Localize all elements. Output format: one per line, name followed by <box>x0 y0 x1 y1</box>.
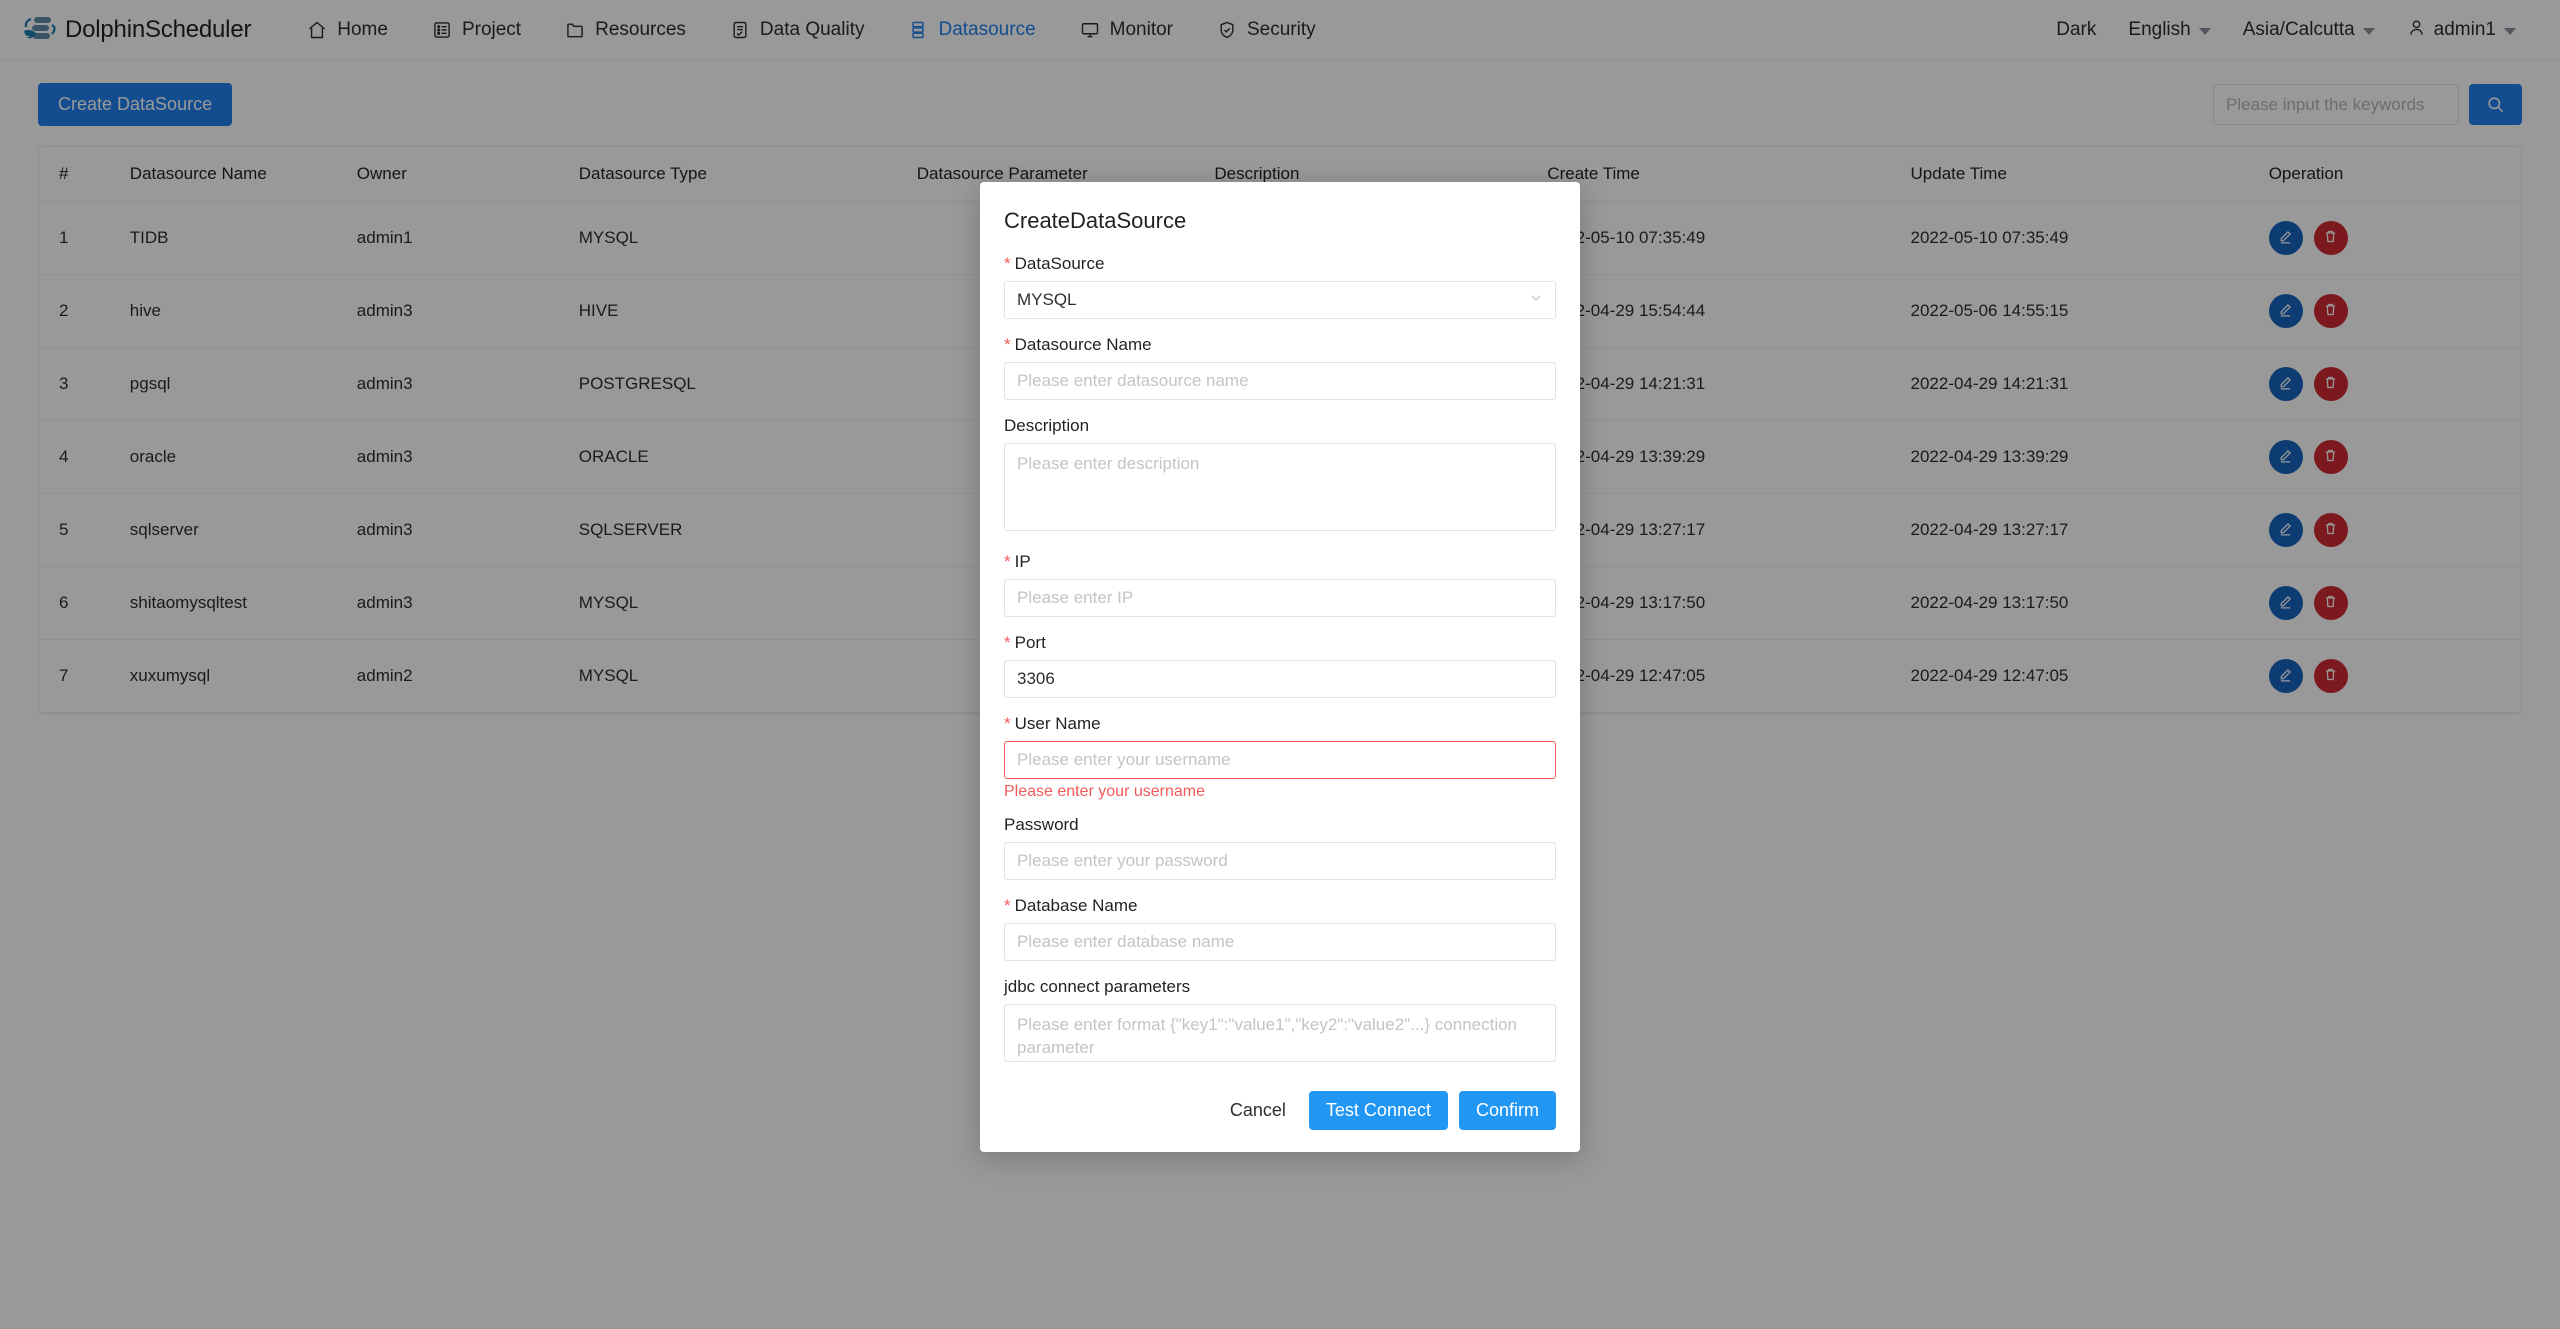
port-input[interactable] <box>1004 660 1556 698</box>
label-datasource-name: * Datasource Name <box>1004 335 1556 355</box>
label-text: IP <box>1014 552 1031 571</box>
label-description: Description <box>1004 416 1090 435</box>
field-port: * Port <box>1004 633 1556 698</box>
field-database-name: * Database Name <box>1004 896 1556 961</box>
field-user-name: * User Name Please enter your username <box>1004 714 1556 801</box>
label-user-name: * User Name <box>1004 714 1556 734</box>
field-jdbc-parameters: jdbc connect parameters <box>1004 977 1556 1067</box>
label-text: Port <box>1014 633 1046 652</box>
field-description: Description <box>1004 416 1556 536</box>
label-ip: * IP <box>1004 552 1556 572</box>
test-connect-button[interactable]: Test Connect <box>1308 1091 1448 1130</box>
create-datasource-modal: CreateDataSource * DataSource MYSQL * Data… <box>980 182 1580 1152</box>
field-password: Password <box>1004 815 1556 880</box>
user-name-error-message: Please enter your username <box>1004 783 1205 800</box>
database-name-input[interactable] <box>1004 923 1556 961</box>
confirm-button[interactable]: Confirm <box>1458 1091 1556 1130</box>
user-name-input[interactable] <box>1004 741 1556 779</box>
ip-input[interactable] <box>1004 579 1556 617</box>
required-marker: * <box>1004 254 1011 273</box>
modal-title: CreateDataSource <box>1004 208 1187 233</box>
required-marker: * <box>1004 714 1011 733</box>
datasource-name-input[interactable] <box>1004 362 1556 400</box>
label-text: Database Name <box>1014 896 1138 915</box>
label-database-name: * Database Name <box>1004 896 1556 916</box>
label-text: User Name <box>1014 714 1101 733</box>
datasource-select-wrap: MYSQL <box>1004 281 1556 319</box>
label-datasource: * DataSource <box>1004 254 1556 274</box>
label-text: DataSource <box>1014 254 1105 273</box>
jdbc-parameters-textarea[interactable] <box>1004 1004 1556 1062</box>
required-marker: * <box>1004 896 1011 915</box>
field-ip: * IP <box>1004 552 1556 617</box>
password-input[interactable] <box>1004 842 1556 880</box>
required-marker: * <box>1004 552 1011 571</box>
description-textarea[interactable] <box>1004 443 1556 531</box>
label-password: Password <box>1004 815 1079 834</box>
modal-footer: Cancel Test Connect Confirm <box>1004 1091 1556 1130</box>
label-text: Datasource Name <box>1014 335 1152 354</box>
field-datasource-name: * Datasource Name <box>1004 335 1556 400</box>
datasource-select[interactable]: MYSQL <box>1004 281 1556 319</box>
cancel-button[interactable]: Cancel <box>1218 1092 1298 1129</box>
required-marker: * <box>1004 335 1011 354</box>
required-marker: * <box>1004 633 1011 652</box>
label-port: * Port <box>1004 633 1556 653</box>
field-datasource: * DataSource MYSQL <box>1004 254 1556 319</box>
label-jdbc-parameters: jdbc connect parameters <box>1004 977 1191 996</box>
